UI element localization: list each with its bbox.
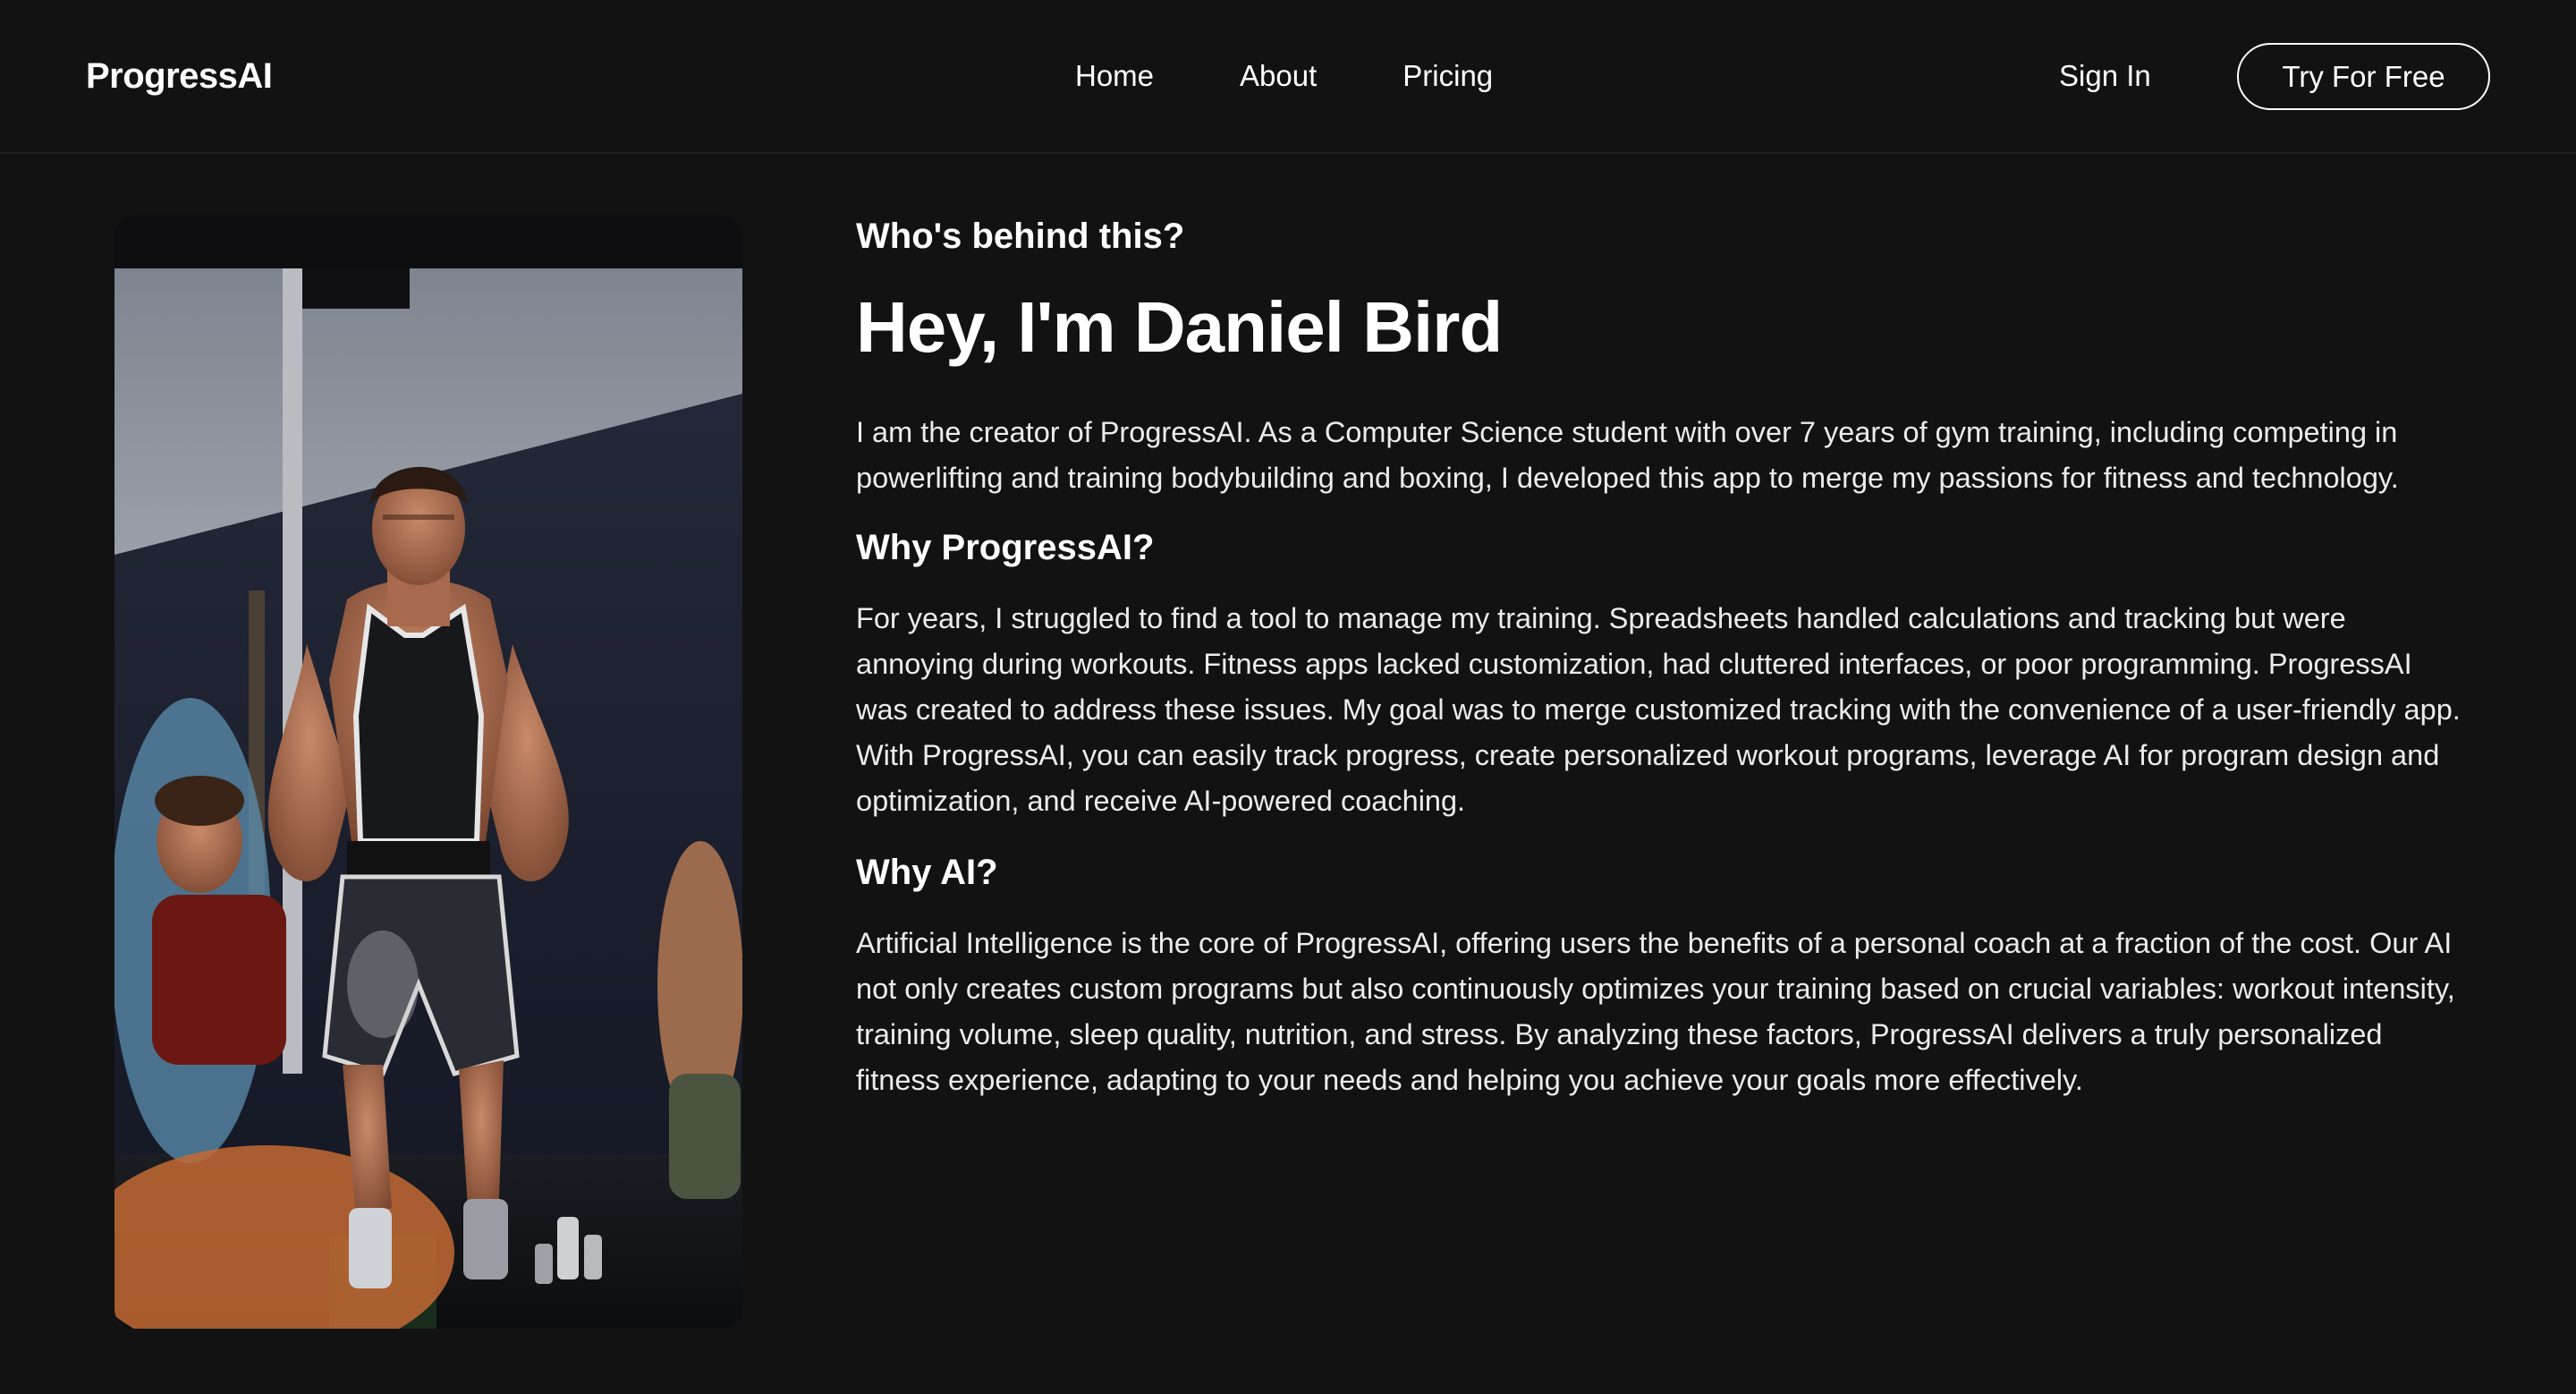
page-title: Hey, I'm Daniel Bird: [856, 287, 1503, 367]
nav-link-pricing[interactable]: Pricing: [1402, 55, 1493, 97]
why-ai-paragraph: Artificial Intelligence is the core of P…: [856, 927, 2455, 1096]
why-progressai-paragraph: For years, I struggled to find a tool to…: [856, 602, 2461, 817]
intro-paragraph: I am the creator of ProgressAI. As a Com…: [856, 416, 2399, 494]
navbar: ProgressAI Home About Pricing Sign In Tr…: [0, 0, 2576, 154]
brand-logo[interactable]: ProgressAI: [86, 54, 273, 98]
about-section: Who's behind this? Hey, I'm Daniel Bird …: [856, 211, 2466, 1103]
section-eyebrow: Who's behind this?: [856, 217, 1185, 256]
why-ai-heading: Why AI?: [856, 853, 998, 892]
founder-photo: [114, 215, 742, 1329]
why-progressai-heading: Why ProgressAI?: [856, 528, 1155, 567]
try-for-free-button[interactable]: Try For Free: [2237, 43, 2490, 110]
founder-photo-illustration: [114, 215, 742, 1329]
sign-in-link[interactable]: Sign In: [2059, 55, 2151, 97]
nav-link-about[interactable]: About: [1240, 55, 1317, 97]
nav-link-home[interactable]: Home: [1075, 55, 1154, 97]
main-nav: Home About Pricing: [1075, 55, 1493, 97]
